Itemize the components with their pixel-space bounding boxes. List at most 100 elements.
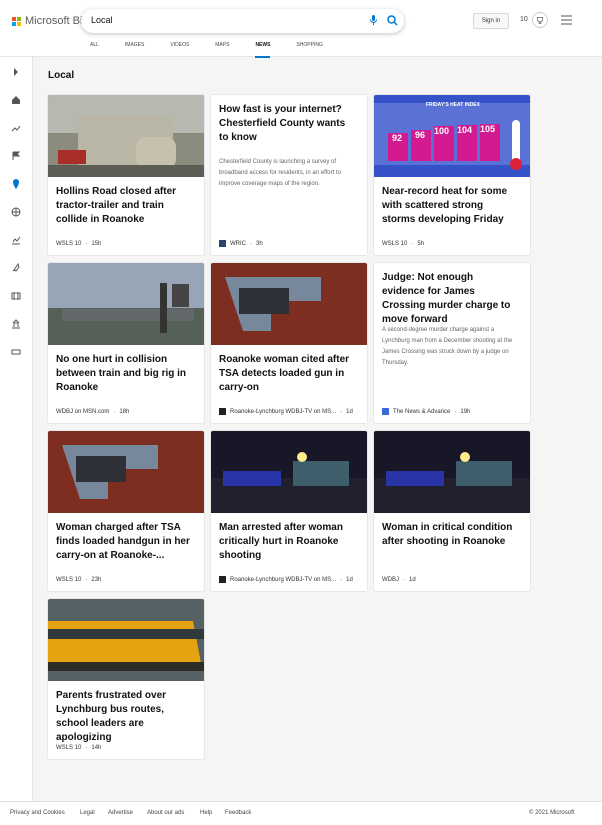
card-source: WRIC · 3h bbox=[219, 240, 263, 247]
rewards-count[interactable]: 10 bbox=[520, 16, 528, 23]
card-title[interactable]: Hollins Road closed after tractor-traile… bbox=[56, 185, 192, 227]
heat-value-highlands: 96 bbox=[415, 130, 425, 140]
card-title[interactable]: Roanoke woman cited after TSA detects lo… bbox=[219, 353, 355, 395]
world-globe-icon[interactable] bbox=[11, 207, 21, 217]
scope-all[interactable]: ALL bbox=[90, 42, 99, 58]
search-box[interactable]: Local bbox=[81, 9, 404, 33]
card-source: WDBJ · 1d bbox=[382, 577, 416, 583]
home-icon[interactable] bbox=[11, 95, 21, 105]
business-chart-icon[interactable] bbox=[11, 235, 21, 245]
privacy-link[interactable]: Privacy and Cookies bbox=[10, 810, 65, 816]
card-source: WSLS 10 · 23h bbox=[56, 577, 102, 583]
news-card[interactable]: Man arrested after woman critically hurt… bbox=[211, 431, 367, 591]
wdbj-logo-icon bbox=[219, 408, 226, 415]
us-flag-icon[interactable] bbox=[11, 151, 21, 161]
news-card[interactable]: Hollins Road closed after tractor-traile… bbox=[48, 95, 204, 255]
news-card[interactable]: Parents frustrated over Lynchburg bus ro… bbox=[48, 599, 204, 759]
train-collision-thumbnail bbox=[48, 263, 204, 345]
news-card[interactable]: How fast is your internet? Chesterfield … bbox=[211, 95, 367, 255]
publish-time: 3h bbox=[256, 240, 263, 247]
card-source: WSLS 10 · 5h bbox=[382, 241, 425, 247]
card-snippet: A second-degree murder charge against a … bbox=[382, 327, 513, 366]
card-source: WSLS 10 · 14h bbox=[56, 745, 102, 751]
politics-building-icon[interactable] bbox=[11, 319, 21, 329]
source-name: WDBJ bbox=[382, 577, 399, 583]
publish-time: 1d bbox=[346, 408, 353, 415]
publish-time: 23h bbox=[91, 577, 102, 583]
heat-value-roanoke: 100 bbox=[434, 126, 449, 136]
search-scopes: ALL IMAGES VIDEOS MAPS NEWS SHOPPING bbox=[90, 42, 349, 58]
legal-link[interactable]: Legal bbox=[80, 810, 95, 816]
entertainment-film-icon[interactable] bbox=[11, 291, 21, 301]
card-title[interactable]: How fast is your internet? Chesterfield … bbox=[219, 103, 355, 145]
copyright-text: © 2021 Microsoft bbox=[529, 810, 575, 816]
news-card[interactable]: No one hurt in collision between train a… bbox=[48, 263, 204, 423]
heat-index-thumbnail: FRIDAY'S HEAT INDEX 92 96 100 104 105 bbox=[374, 95, 530, 177]
school-buses-thumbnail bbox=[48, 599, 204, 681]
card-snippet: Chesterfield County is launching a surve… bbox=[219, 159, 341, 187]
card-source: Roanoke-Lynchburg WDBJ-TV on MS... · 1d bbox=[219, 576, 353, 583]
help-link[interactable]: Help bbox=[200, 810, 212, 816]
scope-videos[interactable]: VIDEOS bbox=[170, 42, 189, 58]
card-source: WDBJ on MSN.com · 18h bbox=[56, 409, 130, 415]
microphone-icon[interactable] bbox=[367, 14, 380, 27]
source-name: WSLS 10 bbox=[56, 241, 82, 247]
card-title[interactable]: Parents frustrated over Lynchburg bus ro… bbox=[56, 689, 192, 745]
advertise-link[interactable]: Advertise bbox=[108, 810, 133, 816]
page-title: Local bbox=[48, 70, 75, 81]
expand-sidebar-icon[interactable] bbox=[11, 67, 21, 77]
category-sidebar bbox=[0, 57, 33, 801]
source-name: Roanoke-Lynchburg WDBJ-TV on MS... bbox=[230, 408, 337, 415]
feedback-link[interactable]: Feedback bbox=[225, 810, 251, 816]
source-name: Roanoke-Lynchburg WDBJ-TV on MS... bbox=[230, 576, 337, 583]
publish-time: 19h bbox=[460, 408, 471, 415]
heat-value-lynchburg: 104 bbox=[457, 125, 472, 135]
news-card[interactable]: Woman charged after TSA finds loaded han… bbox=[48, 431, 204, 591]
news-card[interactable]: Woman in critical condition after shooti… bbox=[374, 431, 530, 591]
source-name: WSLS 10 bbox=[56, 577, 82, 583]
news-card[interactable]: Judge: Not enough evidence for James Cro… bbox=[374, 263, 530, 423]
publish-time: 5h bbox=[417, 241, 425, 247]
card-source: Roanoke-Lynchburg WDBJ-TV on MS... · 1d bbox=[219, 408, 353, 415]
card-title[interactable]: Woman charged after TSA finds loaded han… bbox=[56, 521, 192, 563]
publish-time: 14h bbox=[91, 745, 102, 751]
handgun-thumbnail bbox=[211, 263, 367, 345]
news-advance-logo-icon bbox=[382, 408, 389, 415]
card-title[interactable]: Near-record heat for some with scattered… bbox=[382, 185, 518, 227]
scope-shopping[interactable]: SHOPPING bbox=[296, 42, 322, 58]
night-scene-thumbnail bbox=[211, 431, 367, 513]
sports-icon[interactable] bbox=[11, 347, 21, 357]
local-pin-icon[interactable] bbox=[11, 179, 21, 189]
sign-in-button[interactable]: Sign in bbox=[473, 13, 509, 29]
rewards-trophy-icon[interactable] bbox=[532, 12, 548, 28]
card-source: WSLS 10 · 15h bbox=[56, 241, 102, 247]
card-title[interactable]: Man arrested after woman critically hurt… bbox=[219, 521, 355, 563]
source-name: WSLS 10 bbox=[56, 745, 82, 751]
page-footer: Privacy and Cookies Legal Advertise Abou… bbox=[0, 801, 602, 825]
about-ads-link[interactable]: About our ads bbox=[147, 810, 184, 816]
card-title[interactable]: Woman in critical condition after shooti… bbox=[382, 521, 518, 549]
news-card[interactable]: FRIDAY'S HEAT INDEX 92 96 100 104 105 Ne… bbox=[374, 95, 530, 255]
search-input[interactable]: Local bbox=[91, 15, 113, 25]
card-title[interactable]: Judge: Not enough evidence for James Cro… bbox=[382, 271, 518, 327]
heat-graphic-label: FRIDAY'S HEAT INDEX bbox=[426, 102, 481, 108]
source-name: WDBJ on MSN.com bbox=[56, 409, 110, 415]
scope-images[interactable]: IMAGES bbox=[125, 42, 144, 58]
wdbj-logo-icon bbox=[219, 576, 226, 583]
microsoft-logo-icon bbox=[12, 16, 21, 26]
trending-icon[interactable] bbox=[11, 123, 21, 133]
heat-value-southside: 105 bbox=[480, 124, 495, 134]
search-icon[interactable] bbox=[386, 14, 399, 27]
news-card[interactable]: Roanoke woman cited after TSA detects lo… bbox=[211, 263, 367, 423]
truck-crash-thumbnail bbox=[48, 95, 204, 177]
publish-time: 15h bbox=[91, 241, 102, 247]
science-rocket-icon[interactable] bbox=[11, 263, 21, 273]
hamburger-menu-icon[interactable] bbox=[561, 15, 572, 25]
scope-news[interactable]: NEWS bbox=[255, 42, 271, 58]
publish-time: 1d bbox=[346, 576, 353, 583]
top-header: Microsoft Bing Local Sign in 10 ALL IMAG… bbox=[0, 0, 602, 58]
scope-maps[interactable]: MAPS bbox=[215, 42, 229, 58]
source-name: The News & Advance bbox=[393, 408, 451, 415]
publish-time: 1d bbox=[409, 577, 416, 583]
card-title[interactable]: No one hurt in collision between train a… bbox=[56, 353, 192, 395]
